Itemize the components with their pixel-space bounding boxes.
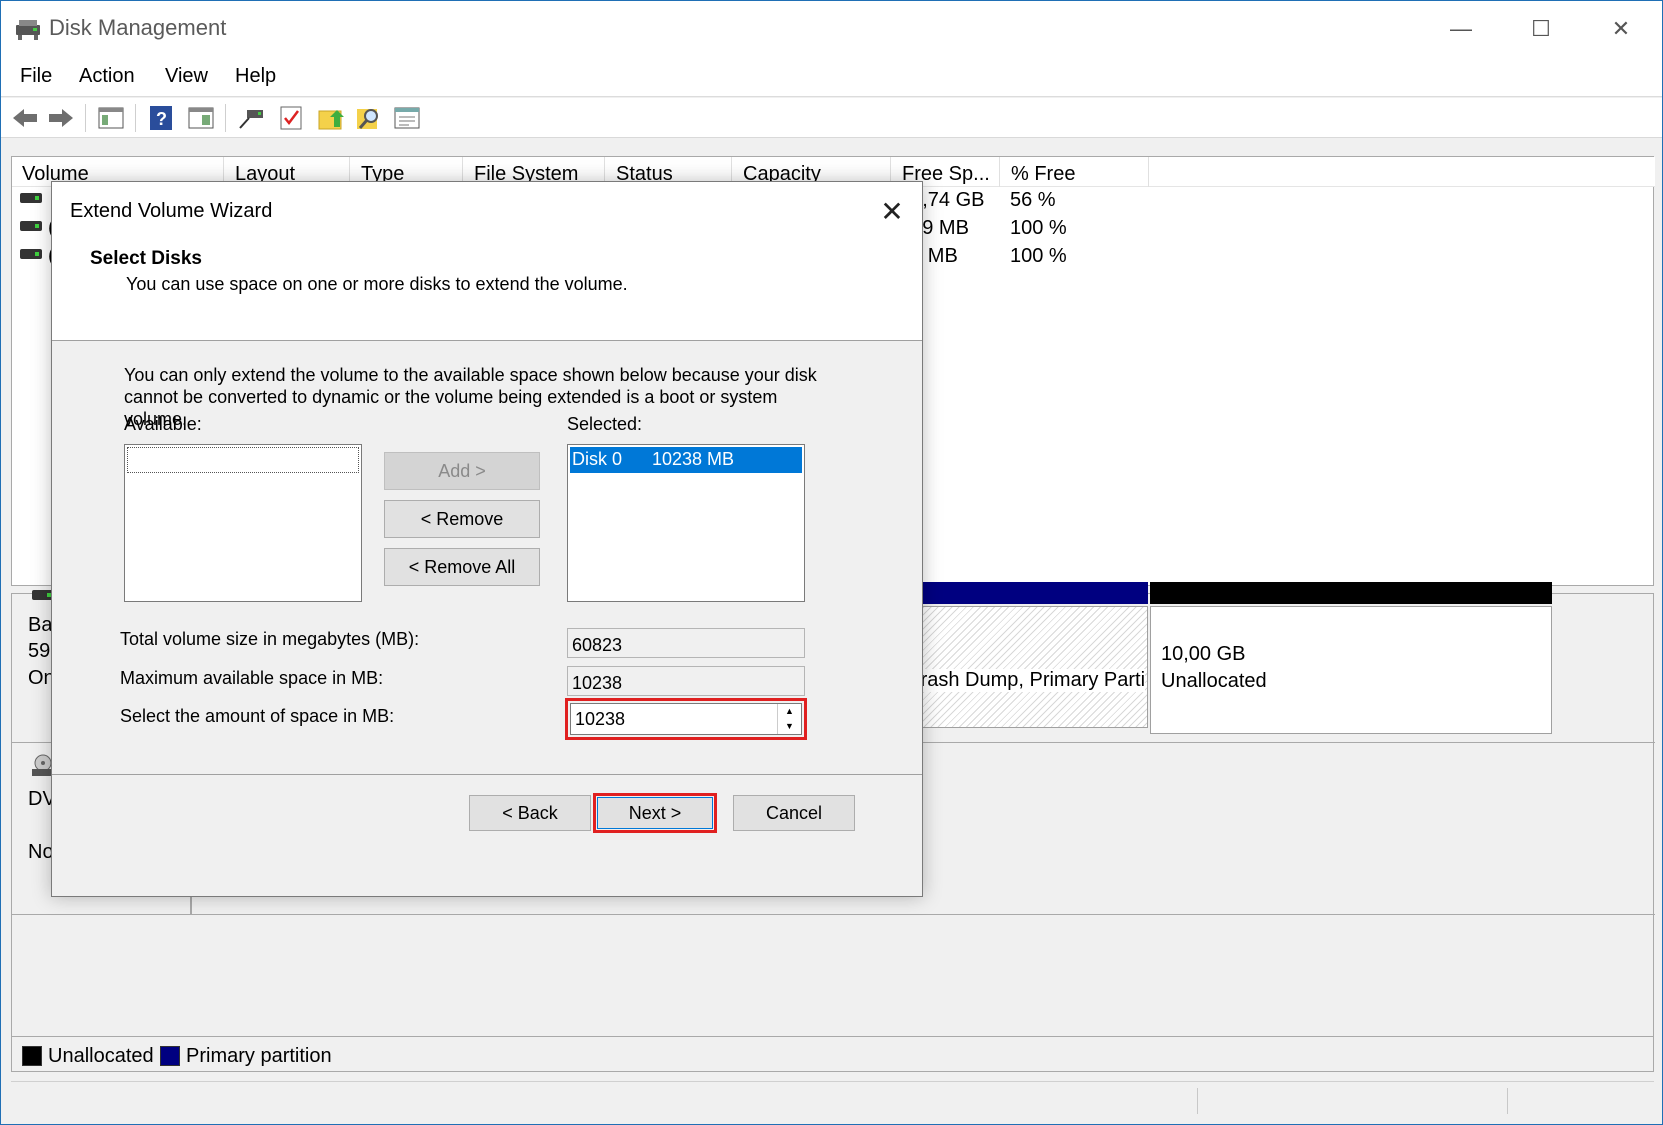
- drive-icon: [20, 193, 42, 203]
- title-bar: Disk Management — ☐ ✕: [1, 1, 1662, 57]
- back-button[interactable]: < Back: [469, 795, 591, 831]
- selected-disks-list[interactable]: Disk 0 10238 MB: [567, 444, 805, 602]
- selected-label: Selected:: [567, 414, 643, 434]
- max-space-label: Maximum available space in MB:: [120, 668, 384, 688]
- wizard-step-description: You can use space on one or more disks t…: [126, 274, 628, 294]
- help-icon[interactable]: ?: [147, 105, 175, 131]
- menu-help[interactable]: Help: [235, 65, 276, 88]
- connect-icon[interactable]: [237, 105, 265, 131]
- list-focus-row: [127, 447, 359, 473]
- selected-disk-size: 10238 MB: [652, 449, 735, 469]
- status-separator: [1197, 1088, 1198, 1114]
- unallocated-label: Unallocated: [1161, 670, 1267, 692]
- next-button[interactable]: Next >: [597, 797, 713, 829]
- wizard-title: Extend Volume Wizard: [70, 200, 273, 222]
- forward-arrow-icon[interactable]: [47, 105, 75, 131]
- available-disks-list[interactable]: [124, 444, 362, 602]
- available-label: Available:: [124, 414, 202, 434]
- unallocated-size: 10,00 GB: [1161, 643, 1246, 665]
- minimize-button[interactable]: —: [1421, 1, 1501, 57]
- partition-header-unallocated: [1150, 582, 1552, 604]
- list-item[interactable]: Disk 0 10238 MB: [570, 447, 802, 473]
- wizard-step-heading: Select Disks: [90, 248, 202, 269]
- menu-view[interactable]: View: [165, 65, 208, 88]
- checklist-icon[interactable]: [277, 105, 305, 131]
- amount-input[interactable]: 10238: [575, 709, 625, 730]
- folder-up-icon[interactable]: [317, 105, 345, 131]
- drive-icon: [20, 249, 42, 259]
- spin-up-icon[interactable]: ▲: [777, 704, 801, 719]
- menu-bar: File Action View Help: [1, 57, 1662, 97]
- extend-volume-wizard-dialog: Extend Volume Wizard ✕ Select Disks You …: [51, 181, 923, 897]
- amount-spinbox[interactable]: 10238 ▲ ▼: [570, 703, 802, 735]
- max-space-value: 10238: [567, 666, 805, 696]
- menu-file[interactable]: File: [20, 65, 52, 88]
- percent-free-value: 56 %: [1010, 189, 1056, 211]
- console-tree-icon[interactable]: [97, 105, 125, 131]
- wizard-footer-separator: [52, 774, 922, 775]
- spin-down-icon[interactable]: ▼: [777, 719, 801, 734]
- column-header-percent-free[interactable]: % Free: [1001, 157, 1149, 187]
- wizard-close-button[interactable]: ✕: [872, 194, 912, 230]
- status-bar: [11, 1081, 1654, 1117]
- toolbar-separator: [225, 104, 226, 132]
- disk-management-window: Disk Management — ☐ ✕ File Action View H…: [0, 0, 1663, 1125]
- drive-icon: [20, 221, 42, 231]
- window-title: Disk Management: [49, 15, 227, 40]
- cancel-button[interactable]: Cancel: [733, 795, 855, 831]
- legend-swatch-unallocated: [22, 1046, 42, 1066]
- toolbar: ?: [1, 98, 1662, 138]
- properties-icon[interactable]: [393, 105, 421, 131]
- percent-free-value: 100 %: [1010, 217, 1067, 239]
- status-separator: [1507, 1088, 1508, 1114]
- legend-label-unallocated: Unallocated: [48, 1045, 154, 1067]
- action-pane-icon[interactable]: [187, 105, 215, 131]
- legend: Unallocated Primary partition: [11, 1036, 1654, 1072]
- close-button[interactable]: ✕: [1581, 1, 1661, 57]
- menu-action[interactable]: Action: [79, 65, 135, 88]
- partition-unallocated[interactable]: 10,00 GB Unallocated: [1150, 606, 1552, 734]
- maximize-button[interactable]: ☐: [1501, 1, 1581, 57]
- wizard-explanation-text: You can only extend the volume to the av…: [124, 365, 817, 429]
- total-size-label: Total volume size in megabytes (MB):: [120, 629, 420, 649]
- toolbar-separator: [135, 104, 136, 132]
- legend-swatch-primary: [160, 1046, 180, 1066]
- selected-disk-name: Disk 0: [572, 449, 623, 469]
- search-icon[interactable]: [355, 105, 383, 131]
- amount-highlight-box: 10238 ▲ ▼: [565, 698, 807, 740]
- amount-label: Select the amount of space in MB:: [120, 706, 395, 726]
- toolbar-separator: [85, 104, 86, 132]
- percent-free-value: 100 %: [1010, 245, 1067, 267]
- svg-text:?: ?: [156, 109, 167, 129]
- back-arrow-icon[interactable]: [11, 105, 39, 131]
- disk-separator: [12, 914, 1655, 915]
- total-size-value: 60823: [567, 628, 805, 658]
- disk-management-app-icon: [15, 17, 41, 41]
- legend-label-primary: Primary partition: [186, 1045, 332, 1067]
- remove-all-button[interactable]: < Remove All: [384, 548, 540, 586]
- next-highlight-box: Next >: [593, 793, 717, 833]
- remove-button[interactable]: < Remove: [384, 500, 540, 538]
- wizard-header: Extend Volume Wizard ✕ Select Disks You …: [52, 182, 922, 341]
- add-button[interactable]: Add >: [384, 452, 540, 490]
